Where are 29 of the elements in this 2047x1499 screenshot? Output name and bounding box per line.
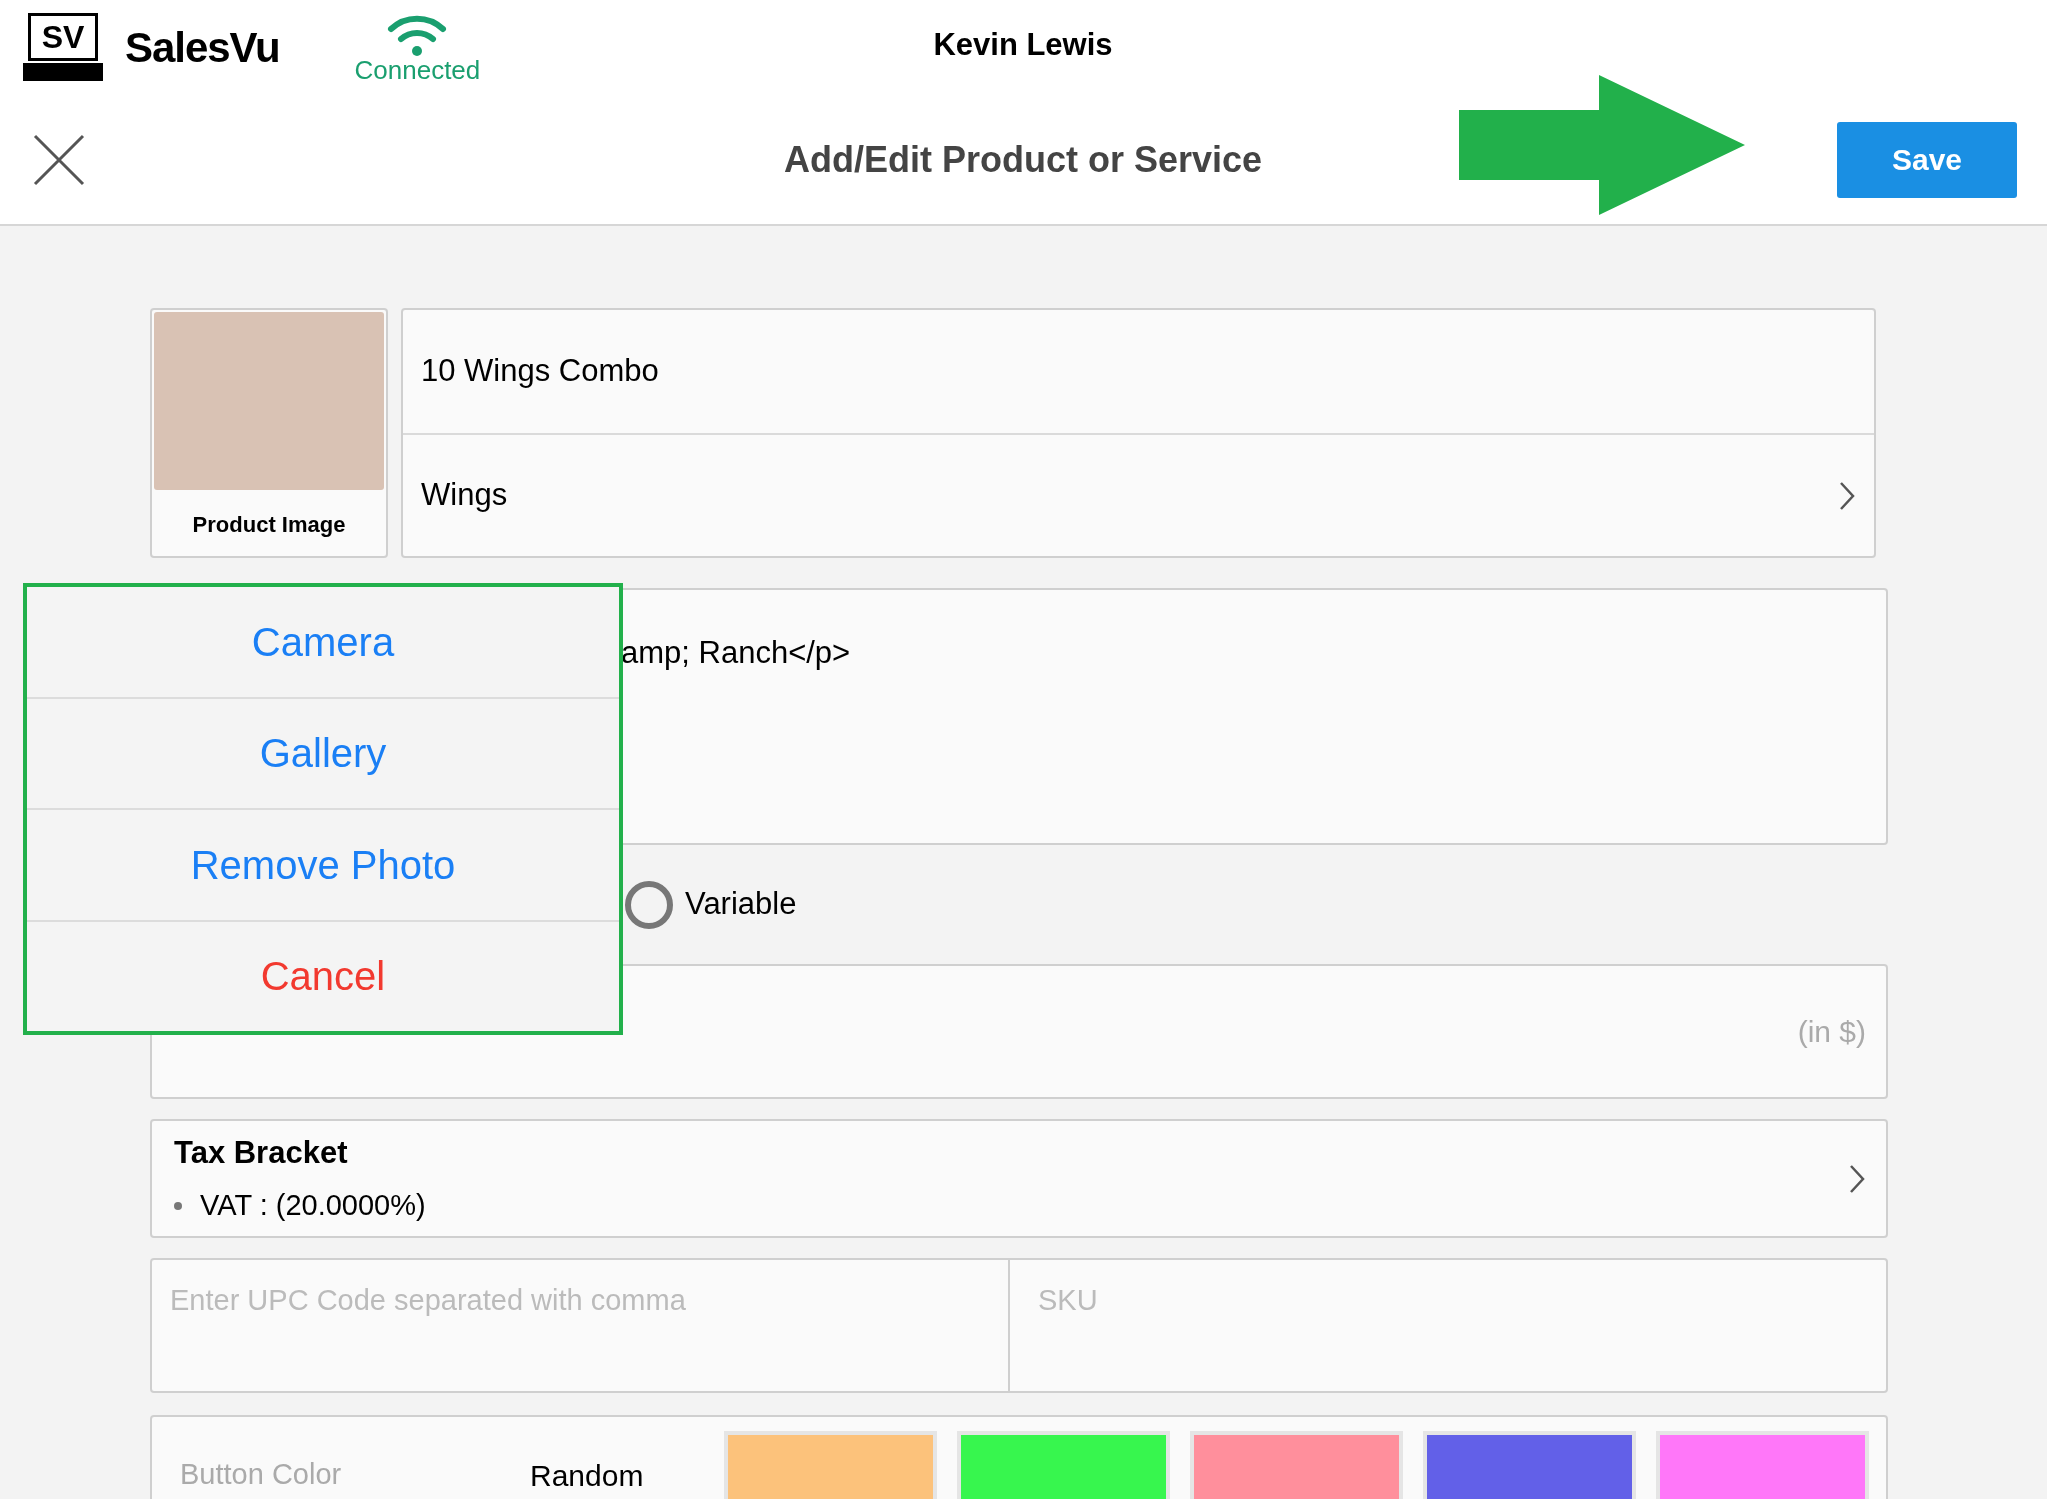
close-button[interactable] bbox=[33, 133, 85, 186]
product-name-field[interactable]: 10 Wings Combo bbox=[403, 310, 1874, 435]
upc-field[interactable]: Enter UPC Code separated with comma bbox=[150, 1258, 1010, 1393]
arrow-icon bbox=[1459, 75, 1745, 215]
bullet-icon bbox=[174, 1201, 182, 1210]
menu-item[interactable]: Gallery bbox=[27, 696, 619, 808]
color-swatch[interactable] bbox=[1190, 1431, 1403, 1499]
category-selector[interactable]: Wings bbox=[403, 435, 1874, 556]
connection-status: Connected bbox=[354, 56, 481, 83]
brand-name: SalesVu bbox=[125, 23, 280, 73]
tax-bracket-selector[interactable]: Tax Bracket VAT : (20.0000%) bbox=[150, 1119, 1888, 1238]
color-swatch[interactable] bbox=[1423, 1431, 1636, 1499]
button-color-label: Button Color bbox=[180, 1457, 343, 1492]
menu-item[interactable]: Cancel bbox=[27, 919, 619, 1031]
radio-label: Variable bbox=[685, 885, 797, 924]
price-unit-label: (in $) bbox=[1797, 1014, 1866, 1050]
color-swatch[interactable] bbox=[957, 1431, 1170, 1499]
tax-bracket-title: Tax Bracket bbox=[174, 1133, 349, 1172]
button-color-value: Random bbox=[530, 1458, 645, 1494]
close-icon bbox=[33, 133, 85, 186]
page-title: Add/Edit Product or Service bbox=[782, 137, 1264, 182]
sku-field[interactable]: SKU bbox=[1010, 1258, 1888, 1393]
product-image-label: Product Image bbox=[191, 511, 347, 539]
menu-item[interactable]: Remove Photo bbox=[27, 808, 619, 920]
user-name: Kevin Lewis bbox=[932, 26, 1114, 64]
color-swatch[interactable] bbox=[1656, 1431, 1869, 1499]
color-swatch[interactable] bbox=[724, 1431, 937, 1499]
product-image-card[interactable]: Product Image bbox=[150, 308, 388, 558]
tax-item: VAT : (20.0000%) bbox=[200, 1188, 426, 1223]
